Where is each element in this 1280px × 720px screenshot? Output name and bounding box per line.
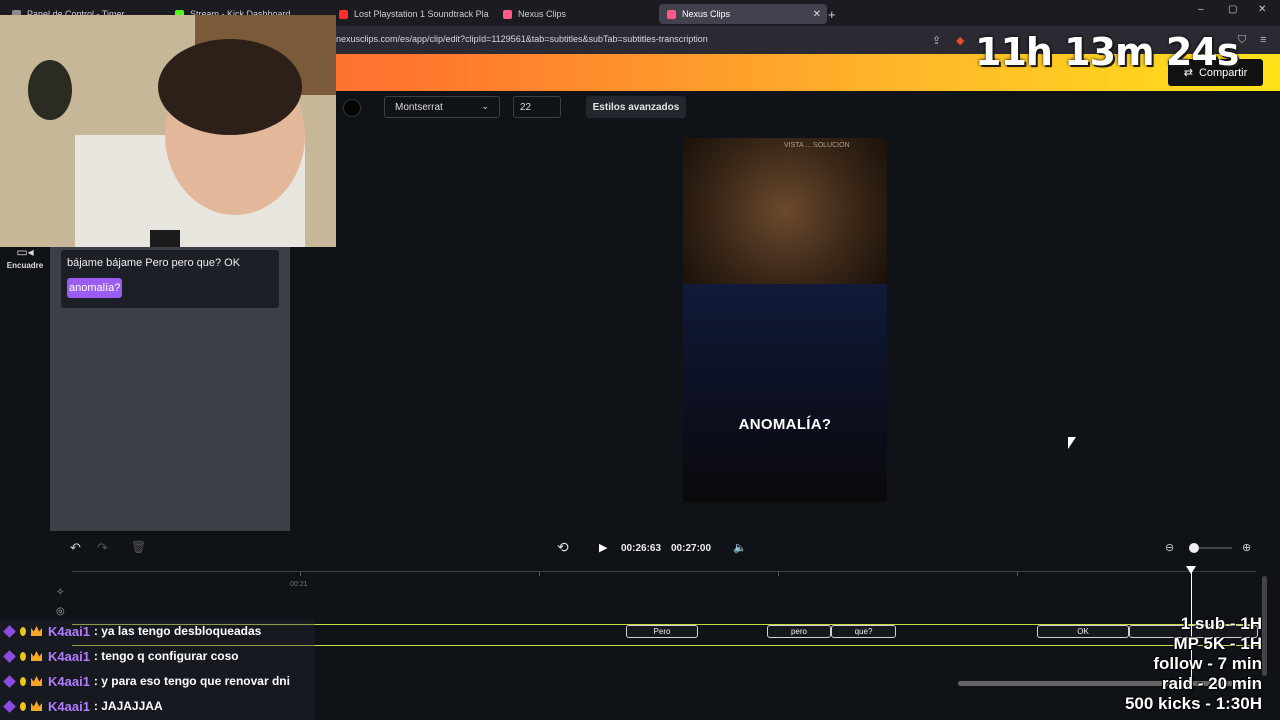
subtitle-text[interactable]: bájame bájame Pero pero que? OK (67, 257, 240, 269)
chat-message: K4aai1: tengo q configurar coso (0, 644, 315, 668)
ruler-tick (300, 571, 301, 576)
badge-icon (3, 699, 16, 713)
preview-webcam-area (683, 138, 887, 284)
preview-watermark: VISTA ... SOLUCIÓN (784, 142, 850, 149)
crown-icon (31, 676, 42, 686)
chevron-down-icon: ⌄ (481, 101, 489, 111)
new-tab-button[interactable]: + (828, 4, 836, 24)
restart-icon[interactable]: ⟲ (557, 539, 569, 556)
play-icon[interactable]: ▶ (599, 541, 607, 554)
delete-icon[interactable]: 🗑 (131, 540, 146, 554)
chat-message: K4aai1: y para eso tengo que renovar dni (0, 669, 315, 693)
video-preview[interactable]: VISTA ... SOLUCIÓN ANOMALÍA? (683, 138, 887, 502)
crown-icon (31, 651, 42, 661)
magic-icon[interactable]: ✧ (56, 587, 64, 598)
subtitle-chip[interactable]: anomalía? (67, 278, 123, 298)
sidebar-item-encuadre[interactable]: ▭◂ Encuadre (0, 245, 50, 270)
zoom-out-icon[interactable]: ⊖ (1165, 541, 1174, 554)
mouse-cursor (1068, 437, 1076, 449)
youtube-icon (339, 9, 348, 19)
vertical-scrollbar[interactable] (1262, 576, 1267, 676)
playback-controls (50, 531, 1280, 565)
tab-nexus-clips-active[interactable]: Nexus Clips ✕ (659, 4, 827, 24)
preview-caption: ANOMALÍA? (738, 416, 832, 433)
badge-icon (3, 624, 16, 638)
crown-icon (31, 701, 42, 711)
close-tab-icon[interactable]: ✕ (813, 9, 821, 20)
nexus-icon (503, 9, 512, 19)
badge-icon (20, 651, 26, 661)
badge-icon (3, 674, 16, 688)
tab-nexus-clips[interactable]: Nexus Clips (503, 4, 653, 24)
total-duration: 00:27:00 (671, 543, 712, 554)
brave-shield-icon[interactable]: ◆ (956, 34, 964, 47)
ruler-tick (539, 571, 540, 576)
current-time: 00:26:63 (621, 543, 662, 554)
zoom-in-icon[interactable]: ⊕ (1242, 541, 1251, 554)
ruler-label: 00:21 (290, 581, 308, 588)
crown-icon (31, 626, 42, 636)
advanced-styles-button[interactable]: Estilos avanzados (586, 96, 686, 118)
close-window-button[interactable]: ✕ (1258, 4, 1266, 15)
timeline-clip[interactable]: Pero (626, 625, 698, 638)
goal-line: follow - 7 min (1153, 654, 1262, 673)
chat-message: K4aai1: ya las tengo desbloqueadas (0, 619, 315, 643)
video-icon: ▭◂ (16, 245, 34, 259)
timeline-clip[interactable]: pero (767, 625, 831, 638)
minimize-button[interactable]: – (1198, 4, 1204, 15)
goal-line: raid - 20 min (1161, 674, 1262, 693)
preview-gameplay-area (683, 284, 887, 502)
tab-soundtrack[interactable]: Lost Playstation 1 Soundtrack Pla (339, 4, 489, 24)
badge-icon (20, 701, 26, 711)
undo-icon[interactable]: ↶ (70, 540, 81, 556)
ruler-tick (1017, 571, 1018, 576)
maximize-button[interactable]: ▢ (1228, 4, 1237, 15)
chat-message: K4aai1: JAJAJJAA (0, 694, 315, 718)
webcam-image (0, 15, 336, 247)
stream-timer: 11h 13m 24s (975, 30, 1239, 74)
url-text[interactable]: nexusclips.com/es/app/clip/edit?clipId=1… (336, 34, 708, 44)
goal-line: 1 sub - 1H (1180, 614, 1262, 633)
timeline-ruler (72, 571, 1256, 572)
nexus-icon (667, 9, 676, 19)
ruler-tick (778, 571, 779, 576)
subathon-goals: 1 sub - 1H MP 5K - 1H follow - 7 min rai… (1102, 614, 1262, 714)
redo-icon[interactable]: ↷ (97, 540, 108, 556)
volume-icon[interactable]: 🔈 (733, 541, 747, 554)
share-page-icon[interactable]: ⇪ (932, 34, 941, 47)
zoom-slider-handle[interactable] (1189, 543, 1199, 553)
timeline-clip[interactable]: que? (831, 625, 896, 638)
badge-icon (3, 649, 16, 663)
goal-line: MP 5K - 1H (1173, 634, 1263, 653)
badge-icon (20, 676, 26, 686)
goal-line: 500 kicks - 1:30H (1124, 694, 1262, 713)
text-color-picker[interactable] (343, 99, 361, 117)
font-size-input[interactable]: 22 (513, 96, 561, 118)
badge-icon (20, 626, 26, 636)
webcam-overlay (0, 15, 336, 247)
font-select[interactable]: Montserrat ⌄ (384, 96, 500, 118)
playhead-handle[interactable] (1186, 566, 1196, 574)
palette-icon[interactable]: ◎ (56, 606, 65, 617)
